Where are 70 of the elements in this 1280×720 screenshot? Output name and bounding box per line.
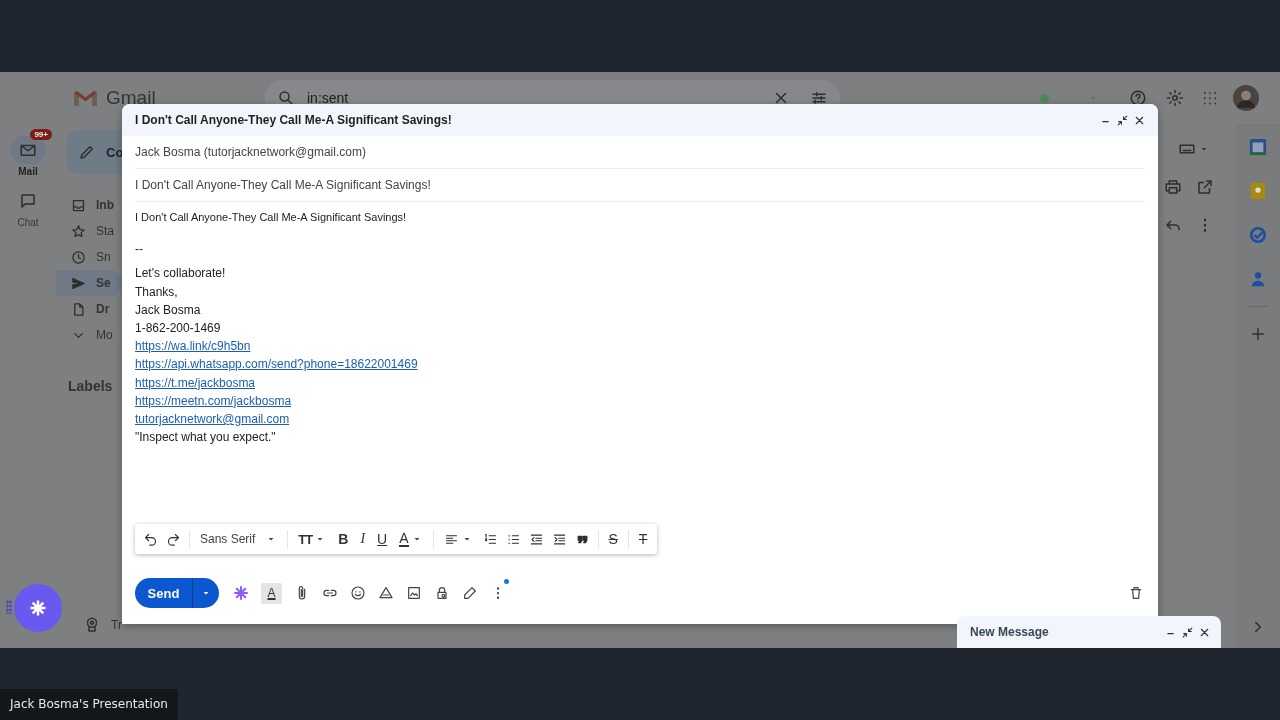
signature-link[interactable]: https://t.me/jackbosma [135,375,256,390]
body-text: "Inspect what you expect." [135,429,276,447]
new-message-bar[interactable]: New Message [957,616,1221,648]
open-in-new-window-icon[interactable] [1196,178,1214,196]
chat-icon [19,192,37,210]
check-circle-icon[interactable] [1249,226,1267,244]
pen-icon[interactable] [462,585,478,601]
clock-icon [71,249,86,265]
add-icon[interactable] [1249,325,1267,343]
rail-item-button[interactable] [10,136,46,164]
text-size-button[interactable]: TT [296,531,329,547]
apps-grid-icon[interactable] [1201,89,1219,107]
gmail-logo-text: Gmail [106,87,156,109]
undo-icon[interactable] [143,531,158,547]
print-icon[interactable] [1164,178,1182,196]
send-button[interactable]: Send [135,578,192,608]
signature-separator: -- [135,241,143,259]
file-icon [71,301,86,317]
discard-draft-icon[interactable] [1128,585,1144,601]
body-text: I Don't Call Anyone-They Call Me-A Significant Savings! [135,210,407,225]
indent-more-icon[interactable] [551,531,567,547]
calendar-icon[interactable] [1249,138,1267,156]
photo-icon[interactable] [406,585,422,601]
text-color-button[interactable]: A [397,531,425,547]
presenter-label: Jack Bosma's Presentation [0,689,178,720]
bold-button[interactable]: B [336,531,351,547]
emoji-icon[interactable] [350,585,366,601]
search-options-icon[interactable] [810,89,828,107]
signature-link[interactable]: https://wa.link/c9h5bn [135,339,251,354]
send-icon [71,275,86,291]
full-screen-icon[interactable] [1181,625,1194,639]
body-text: Jack Bosma [135,301,201,319]
signature-link[interactable]: tutorjacknetwork@gmail.com [135,412,290,427]
gmail-logo-icon [73,88,98,108]
numbered-list-icon[interactable] [482,531,498,547]
body-text: Let's collaborate! [135,265,226,283]
body-text: Thanks, [135,283,178,301]
sparkle-icon[interactable] [233,585,249,601]
font-dropdown[interactable]: Sans Serif [198,532,280,546]
assistant-button[interactable] [14,584,62,632]
signature-link[interactable]: https://meetn.com/jackbosma [135,393,292,408]
unread-count-badge: 99+ [30,129,52,140]
sparkle-icon [28,598,48,618]
body-text: 1-862-200-1469 [135,320,221,337]
redo-icon[interactable] [166,531,181,547]
remove-formatting-button[interactable]: T [636,531,650,547]
exit-full-screen-icon[interactable] [1116,113,1129,127]
italic-button[interactable]: I [358,531,368,547]
pencil-icon [78,143,96,161]
triangle-icon[interactable] [378,585,394,601]
inbox-icon [71,197,86,213]
send-options-button[interactable] [192,578,219,608]
drag-handle[interactable] [6,600,12,614]
lock-clock-icon[interactable] [434,585,450,601]
search-icon[interactable] [277,89,295,107]
labels-heading: Labels [67,378,113,394]
subject-field[interactable]: I Don't Call Anyone-They Call Me-A Significant Savings! [135,178,431,192]
indent-less-icon[interactable] [528,531,544,547]
strikethrough-button[interactable]: S [606,531,620,547]
star-icon [71,223,86,239]
formatting-options-button[interactable]: A [261,582,282,604]
help-icon[interactable] [1129,89,1147,107]
compose-title: I Don't Call Anyone-They Call Me-A Significant Savings! [135,113,453,127]
signature-link[interactable]: https://api.whatsapp.com/send?phone=18622001469 [135,357,418,372]
rail-label[interactable]: Mail [18,166,38,177]
note-icon[interactable] [1249,182,1267,200]
underline-button[interactable]: U [375,531,390,547]
settings-icon[interactable] [1166,89,1184,107]
avatar[interactable] [1233,85,1259,111]
new-message-title[interactable]: New Message [970,625,1160,639]
